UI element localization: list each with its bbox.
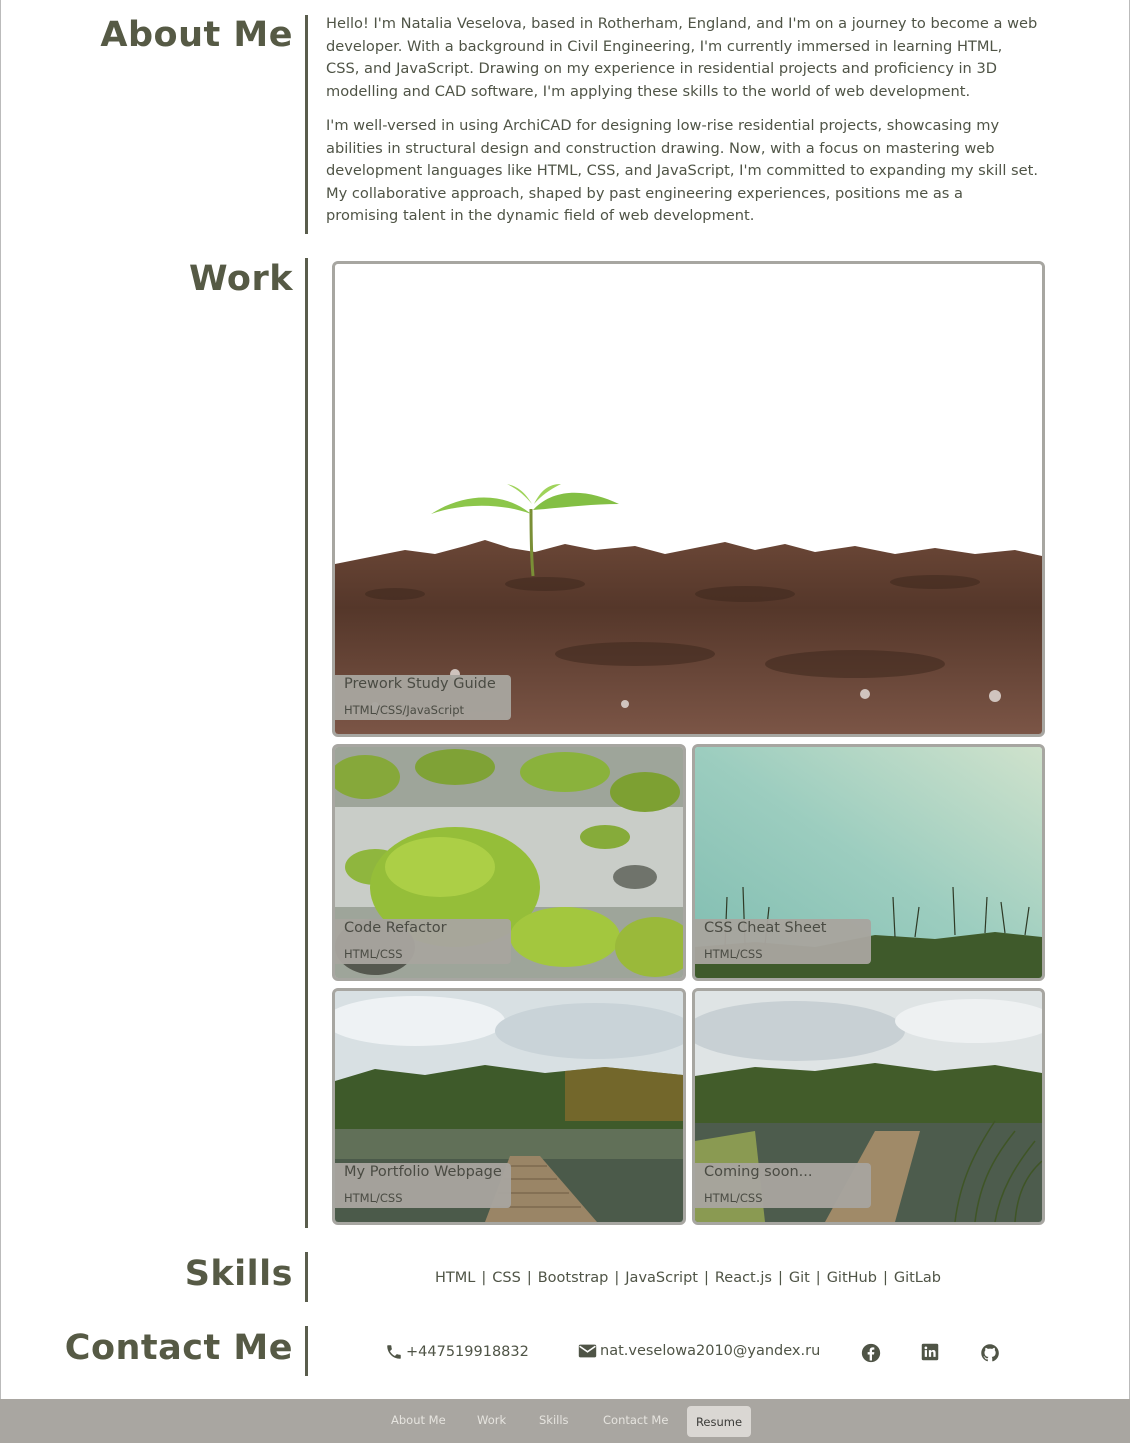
linkedin-icon xyxy=(921,1343,939,1361)
skill-separator: | xyxy=(815,1270,821,1286)
facebook-icon xyxy=(861,1343,881,1363)
nav-link-about[interactable]: About Me xyxy=(391,1413,446,1427)
skill-separator: | xyxy=(526,1270,532,1286)
skills-heading: Skills xyxy=(184,1254,293,1294)
contact-heading: Contact Me xyxy=(64,1328,293,1368)
nav-link-work[interactable]: Work xyxy=(477,1413,506,1427)
about-paragraph-2: I'm well-versed in using ArchiCAD for de… xyxy=(326,117,1038,224)
phone-icon xyxy=(387,1345,401,1359)
skill-separator: | xyxy=(614,1270,620,1286)
project-title[interactable]: My Portfolio Webpage xyxy=(344,1164,502,1180)
project-label: Prework Study Guide HTML/CSS/JavaScript xyxy=(335,675,511,720)
phone-number: +447519918832 xyxy=(406,1344,529,1360)
about-heading: About Me xyxy=(100,15,293,55)
skill-separator: | xyxy=(882,1270,888,1286)
skill-item: GitHub xyxy=(826,1270,877,1286)
about-text: Hello! I'm Natalia Veselova, based in Ro… xyxy=(326,13,1038,240)
github-icon xyxy=(981,1344,999,1362)
project-card-prework[interactable]: Prework Study Guide HTML/CSS/JavaScript xyxy=(332,261,1045,737)
skill-separator: | xyxy=(703,1270,709,1286)
nav-link-contact[interactable]: Contact Me xyxy=(603,1413,668,1427)
skill-item: CSS xyxy=(492,1270,521,1286)
skill-item: Bootstrap xyxy=(537,1270,609,1286)
skill-item: React.js xyxy=(714,1270,772,1286)
facebook-link[interactable] xyxy=(861,1343,881,1363)
envelope-icon xyxy=(578,1344,597,1358)
project-title[interactable]: CSS Cheat Sheet xyxy=(704,920,826,936)
project-title[interactable]: Coming soon... xyxy=(704,1164,812,1180)
project-label: Coming soon... HTML/CSS xyxy=(695,1163,871,1208)
skill-item: Git xyxy=(788,1270,810,1286)
project-title[interactable]: Prework Study Guide xyxy=(344,676,496,692)
project-label: CSS Cheat Sheet HTML/CSS xyxy=(695,919,871,964)
project-card-coming-soon[interactable]: Coming soon... HTML/CSS xyxy=(692,988,1045,1225)
seedling-soil-image xyxy=(335,264,1042,734)
project-tech: HTML/CSS xyxy=(344,1191,403,1205)
about-divider xyxy=(305,15,308,234)
contact-divider xyxy=(305,1326,308,1376)
skill-separator: | xyxy=(481,1270,487,1286)
skill-item: JavaScript xyxy=(625,1270,698,1286)
github-link[interactable] xyxy=(980,1343,1000,1363)
project-label: My Portfolio Webpage HTML/CSS xyxy=(335,1163,511,1208)
skill-separator: | xyxy=(777,1270,783,1286)
linkedin-link[interactable] xyxy=(921,1343,941,1363)
work-heading: Work xyxy=(189,259,293,299)
project-tech: HTML/CSS xyxy=(704,947,763,961)
email-link[interactable]: nat.veselowa2010@yandex.ru xyxy=(578,1343,820,1359)
project-tech: HTML/CSS xyxy=(344,947,403,961)
work-divider xyxy=(305,258,308,1228)
page-frame-left xyxy=(0,0,1,1400)
about-paragraph-1: Hello! I'm Natalia Veselova, based in Ro… xyxy=(326,15,1038,100)
project-card-css-cheat-sheet[interactable]: CSS Cheat Sheet HTML/CSS xyxy=(692,744,1045,981)
nav-link-skills[interactable]: Skills xyxy=(539,1413,569,1427)
project-title[interactable]: Code Refactor xyxy=(344,920,447,936)
project-tech: HTML/CSS xyxy=(704,1191,763,1205)
project-label: Code Refactor HTML/CSS xyxy=(335,919,511,964)
skills-list: HTML | CSS | Bootstrap | JavaScript | React.js | G… xyxy=(308,1270,1068,1286)
skill-item: GitLab xyxy=(893,1270,941,1286)
resume-button[interactable]: Resume xyxy=(687,1406,751,1437)
project-card-code-refactor[interactable]: Code Refactor HTML/CSS xyxy=(332,744,686,981)
footer-nav: About Me Work Skills Contact Me Resume xyxy=(0,1399,1130,1443)
skill-item: HTML xyxy=(435,1270,476,1286)
phone-link[interactable]: +447519918832 xyxy=(385,1343,529,1361)
project-card-portfolio[interactable]: My Portfolio Webpage HTML/CSS xyxy=(332,988,686,1225)
project-tech: HTML/CSS/JavaScript xyxy=(344,703,465,717)
email-address: nat.veselowa2010@yandex.ru xyxy=(600,1343,821,1359)
